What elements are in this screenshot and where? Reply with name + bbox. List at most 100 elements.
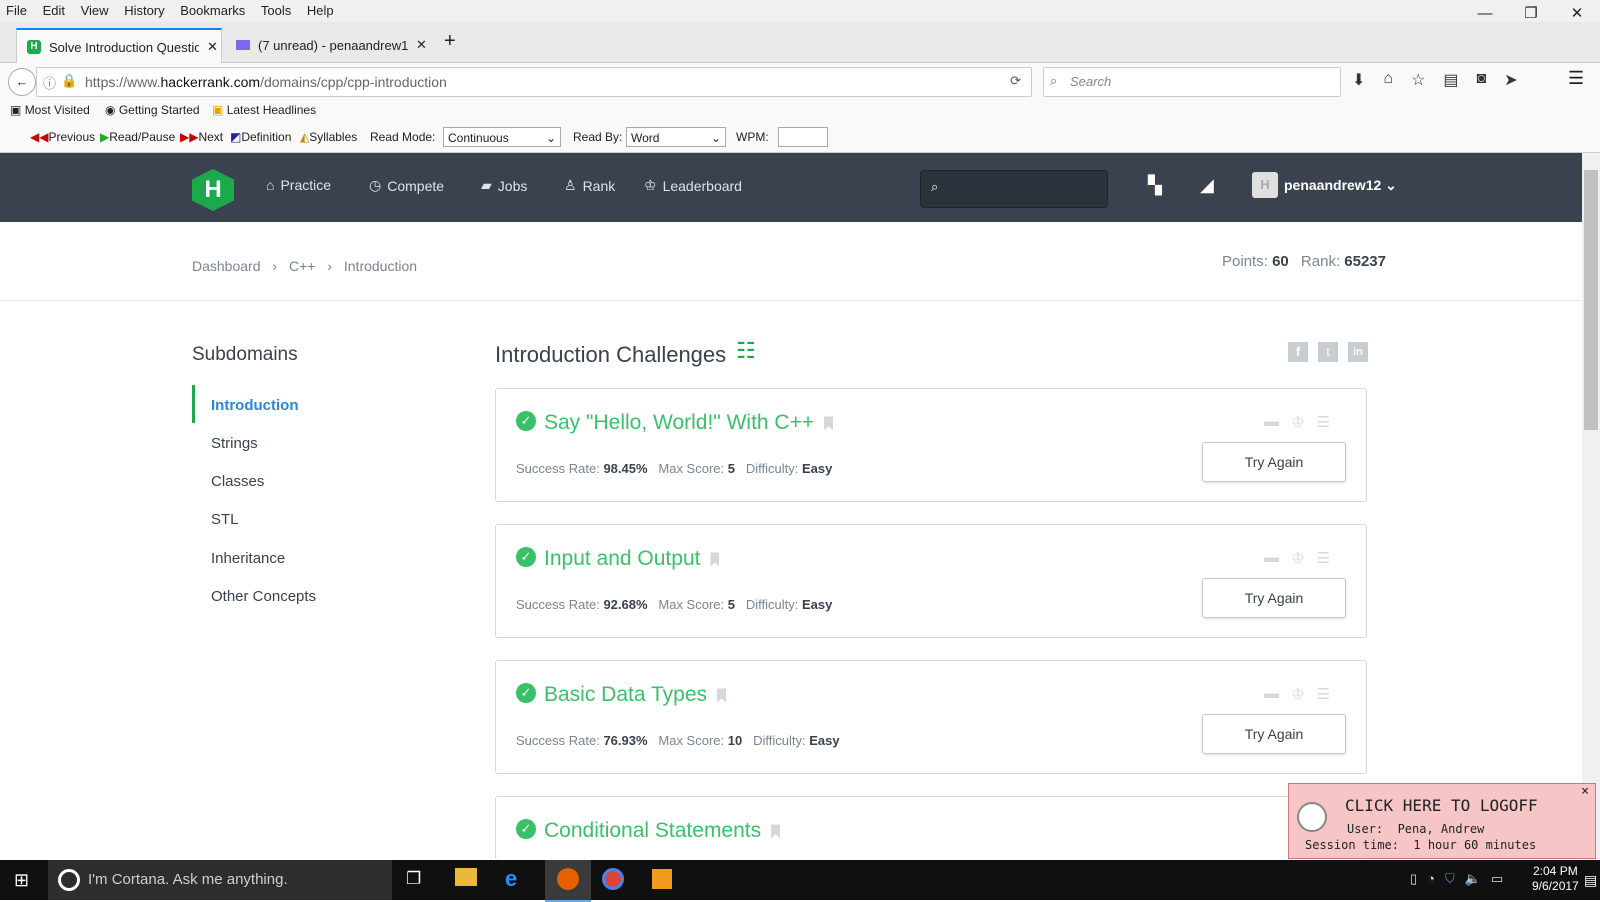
back-button[interactable]: ←	[8, 68, 36, 96]
challenge-title[interactable]: Conditional Statements	[544, 819, 781, 843]
media-player-icon[interactable]	[652, 869, 672, 889]
bookmark-latest-headlines[interactable]: ▣ Latest Headlines	[212, 103, 316, 117]
clock[interactable]: 2:04 PM 9/6/2017	[1532, 864, 1579, 894]
network-icon[interactable]: ▭	[1491, 871, 1503, 887]
scrollbar-thumb[interactable]	[1584, 170, 1598, 430]
edge-icon[interactable]: e	[505, 866, 517, 892]
notifications-icon[interactable]: ▤	[1584, 872, 1597, 889]
discussion-icon[interactable]: ▬	[1264, 549, 1279, 567]
timer-icon[interactable]: ◔	[1427, 871, 1435, 887]
syllables-button[interactable]: ◭Syllables	[300, 130, 357, 144]
bookmark-icon[interactable]	[771, 824, 781, 839]
menu-edit[interactable]: Edit	[43, 0, 65, 22]
username-menu[interactable]: penaandrew12 ⌄	[1284, 177, 1397, 194]
bookmark-icon[interactable]	[824, 416, 834, 431]
nav-rank[interactable]: ♙ Rank	[564, 177, 615, 194]
menu-bookmarks[interactable]: Bookmarks	[180, 0, 245, 22]
sidebar-item-strings[interactable]: Strings	[211, 435, 258, 452]
sidebar-item-other-concepts[interactable]: Other Concepts	[211, 588, 316, 605]
tab-mail[interactable]: (7 unread) - penaandrew12@ ✕	[232, 28, 432, 62]
list-icon[interactable]: ☰	[1317, 685, 1330, 703]
trophy-icon[interactable]: ♔	[1291, 549, 1304, 567]
menu-history[interactable]: History	[124, 0, 164, 22]
downloads-icon[interactable]: ⬇	[1352, 70, 1365, 90]
sidebar-item-introduction[interactable]: Introduction	[211, 397, 298, 414]
windows-start-icon[interactable]: ⊞	[14, 870, 29, 891]
new-tab-button[interactable]: +	[444, 30, 456, 53]
home-icon[interactable]: ⌂	[1383, 70, 1393, 90]
close-popup-icon[interactable]: ×	[1581, 784, 1589, 799]
read-by-select[interactable]: Word ⌄	[626, 127, 726, 147]
next-button[interactable]: ▶▶Next	[180, 130, 223, 144]
chrome-icon[interactable]	[602, 868, 624, 890]
site-search-input[interactable]: ⌕	[920, 170, 1108, 208]
firefox-taskbar-item[interactable]	[545, 860, 591, 902]
tab-bar: H Solve Introduction Question ✕ (7 unrea…	[0, 22, 1600, 64]
list-icon[interactable]: ☰	[1317, 413, 1330, 431]
twitter-icon[interactable]: t	[1318, 342, 1338, 362]
close-tab-icon[interactable]: ✕	[416, 37, 427, 53]
sidebar-item-classes[interactable]: Classes	[211, 473, 264, 490]
menu-help[interactable]: Help	[307, 0, 334, 22]
sidebar-item-stl[interactable]: STL	[211, 511, 239, 528]
nav-jobs[interactable]: ▰ Jobs	[481, 177, 527, 194]
hamburger-menu-icon[interactable]: ☰	[1568, 68, 1584, 89]
shield-icon[interactable]: ⛉	[1445, 871, 1455, 887]
trophy-icon[interactable]: ♔	[1291, 685, 1304, 703]
filter-icon[interactable]: ☷	[736, 338, 756, 364]
list-icon[interactable]: ☰	[1317, 549, 1330, 567]
sidebar-item-inheritance[interactable]: Inheritance	[211, 550, 285, 567]
nav-leaderboard[interactable]: ♔ Leaderboard	[644, 177, 742, 194]
logoff-title[interactable]: CLICK HERE TO LOGOFF	[1345, 796, 1538, 815]
bookmark-icon[interactable]	[710, 552, 720, 567]
close-tab-icon[interactable]: ✕	[207, 39, 218, 55]
bookmark-most-visited[interactable]: ▣ Most Visited	[10, 103, 90, 117]
logoff-popup[interactable]: × CLICK HERE TO LOGOFF User: Pena, Andre…	[1288, 783, 1596, 859]
search-placeholder: Search	[1070, 74, 1112, 89]
bookmark-getting-started[interactable]: ◉ Getting Started	[105, 103, 200, 117]
nav-practice[interactable]: ⌂ Practice	[266, 177, 331, 193]
reload-icon[interactable]: ⟳	[1010, 73, 1021, 89]
facebook-icon[interactable]: f	[1288, 342, 1308, 362]
avatar[interactable]: H	[1252, 172, 1278, 198]
challenge-title[interactable]: Say "Hello, World!" With C++	[544, 411, 834, 435]
reading-list-icon[interactable]: ▤	[1443, 70, 1458, 90]
breadcrumb-introduction[interactable]: Introduction	[344, 258, 417, 274]
cortana-search-box[interactable]: I'm Cortana. Ask me anything.	[48, 860, 392, 900]
send-icon[interactable]: ➤	[1504, 70, 1517, 90]
try-again-button[interactable]: Try Again	[1202, 578, 1346, 618]
hackerrank-logo[interactable]: H	[192, 169, 234, 211]
menu-tools[interactable]: Tools	[261, 0, 291, 22]
bookmark-icon[interactable]	[717, 688, 727, 703]
breadcrumb-cpp[interactable]: C++	[289, 258, 315, 274]
breadcrumb-dashboard[interactable]: Dashboard	[192, 258, 261, 274]
linkedin-icon[interactable]: in	[1348, 342, 1368, 362]
browser-search-bar[interactable]: ⌕ Search	[1043, 67, 1341, 97]
url-bar[interactable]: ⓘ 🔒 https://www.hackerrank.com/domains/c…	[36, 67, 1032, 97]
read-pause-button[interactable]: ▶Read/Pause	[100, 130, 175, 144]
try-again-button[interactable]: Try Again	[1202, 442, 1346, 482]
discussion-icon[interactable]: ▬	[1264, 685, 1279, 703]
info-icon[interactable]: ⓘ	[43, 73, 56, 92]
previous-button[interactable]: ◀◀Previous	[30, 130, 95, 144]
tab-hackerrank[interactable]: H Solve Introduction Question ✕	[16, 28, 222, 64]
trophy-icon[interactable]: ♔	[1291, 413, 1304, 431]
discussion-icon[interactable]: ▬	[1264, 413, 1279, 431]
file-explorer-icon[interactable]	[455, 868, 477, 886]
definition-button[interactable]: ◩Definition	[230, 130, 291, 144]
wpm-input[interactable]	[778, 127, 828, 147]
pocket-icon[interactable]: ◙	[1477, 70, 1487, 90]
task-view-icon[interactable]: ❐	[406, 869, 421, 889]
messages-icon[interactable]: ▚	[1148, 175, 1162, 196]
try-again-button[interactable]: Try Again	[1202, 714, 1346, 754]
notifications-icon[interactable]: ◢	[1200, 175, 1214, 196]
read-mode-select[interactable]: Continuous ⌄	[443, 127, 561, 147]
bookmark-star-icon[interactable]: ☆	[1411, 70, 1425, 90]
challenge-title[interactable]: Input and Output	[544, 547, 720, 571]
volume-icon[interactable]: 🔈	[1465, 871, 1481, 887]
menu-file[interactable]: File	[6, 0, 27, 22]
device-icon[interactable]: ▯	[1410, 871, 1417, 887]
menu-view[interactable]: View	[81, 0, 109, 22]
challenge-title[interactable]: Basic Data Types	[544, 683, 727, 707]
nav-compete[interactable]: ◷ Compete	[369, 177, 444, 194]
